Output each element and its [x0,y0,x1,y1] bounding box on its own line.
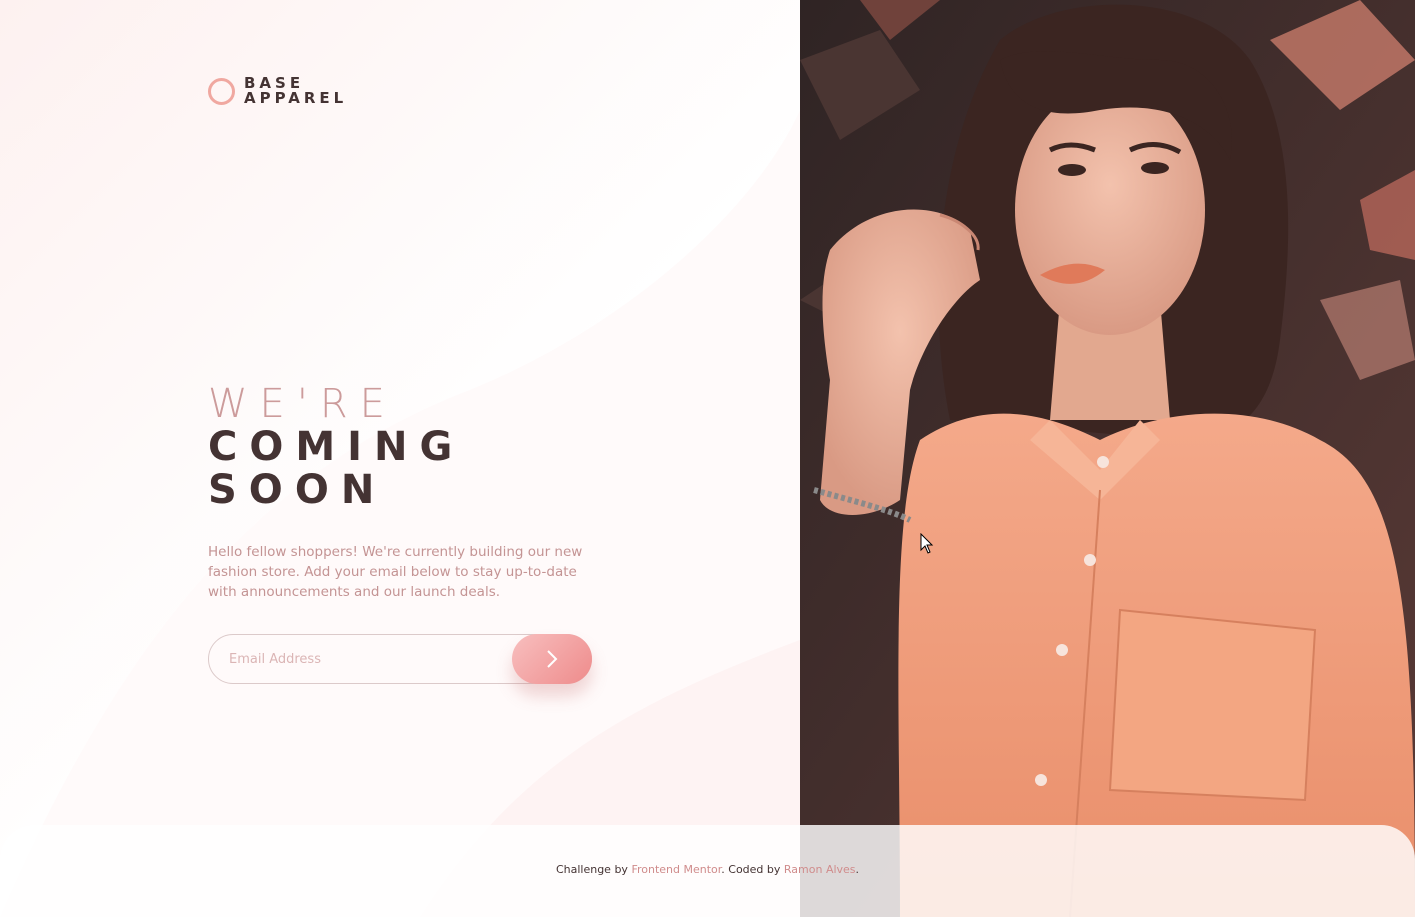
frontend-mentor-link[interactable]: Frontend Mentor [631,863,721,876]
footer: Challenge by Frontend Mentor. Coded by R… [0,825,1415,917]
headline-line-2: COMING [208,424,465,470]
content-panel: BASE APPAREL WE'RE COMING SOON Hello fel… [0,0,800,917]
intro-text: Hello fellow shoppers! We're currently b… [208,544,583,600]
submit-button[interactable] [512,634,592,684]
brand-line-2: APPAREL [244,89,348,107]
email-input[interactable] [229,649,499,669]
chevron-right-icon [547,650,558,668]
hero-photo [800,0,1415,917]
attribution-middle: . Coded by [721,863,781,876]
mouse-cursor-icon [920,533,934,554]
headline-line-1: WE'RE [208,381,397,427]
headline-line-3: SOON [208,467,387,513]
hero-image [800,0,1415,917]
brand-logo[interactable]: BASE APPAREL [208,76,347,106]
author-link[interactable]: Ramon Alves [784,863,856,876]
attribution: Challenge by Frontend Mentor. Coded by R… [0,863,1415,876]
logo-ring-icon [208,77,235,105]
page-title: WE'RE COMING SOON [208,383,464,512]
subscribe-form [208,634,592,684]
brand-name: BASE APPAREL [244,76,347,106]
attribution-suffix: . [855,863,860,876]
attribution-prefix: Challenge by [555,863,628,876]
